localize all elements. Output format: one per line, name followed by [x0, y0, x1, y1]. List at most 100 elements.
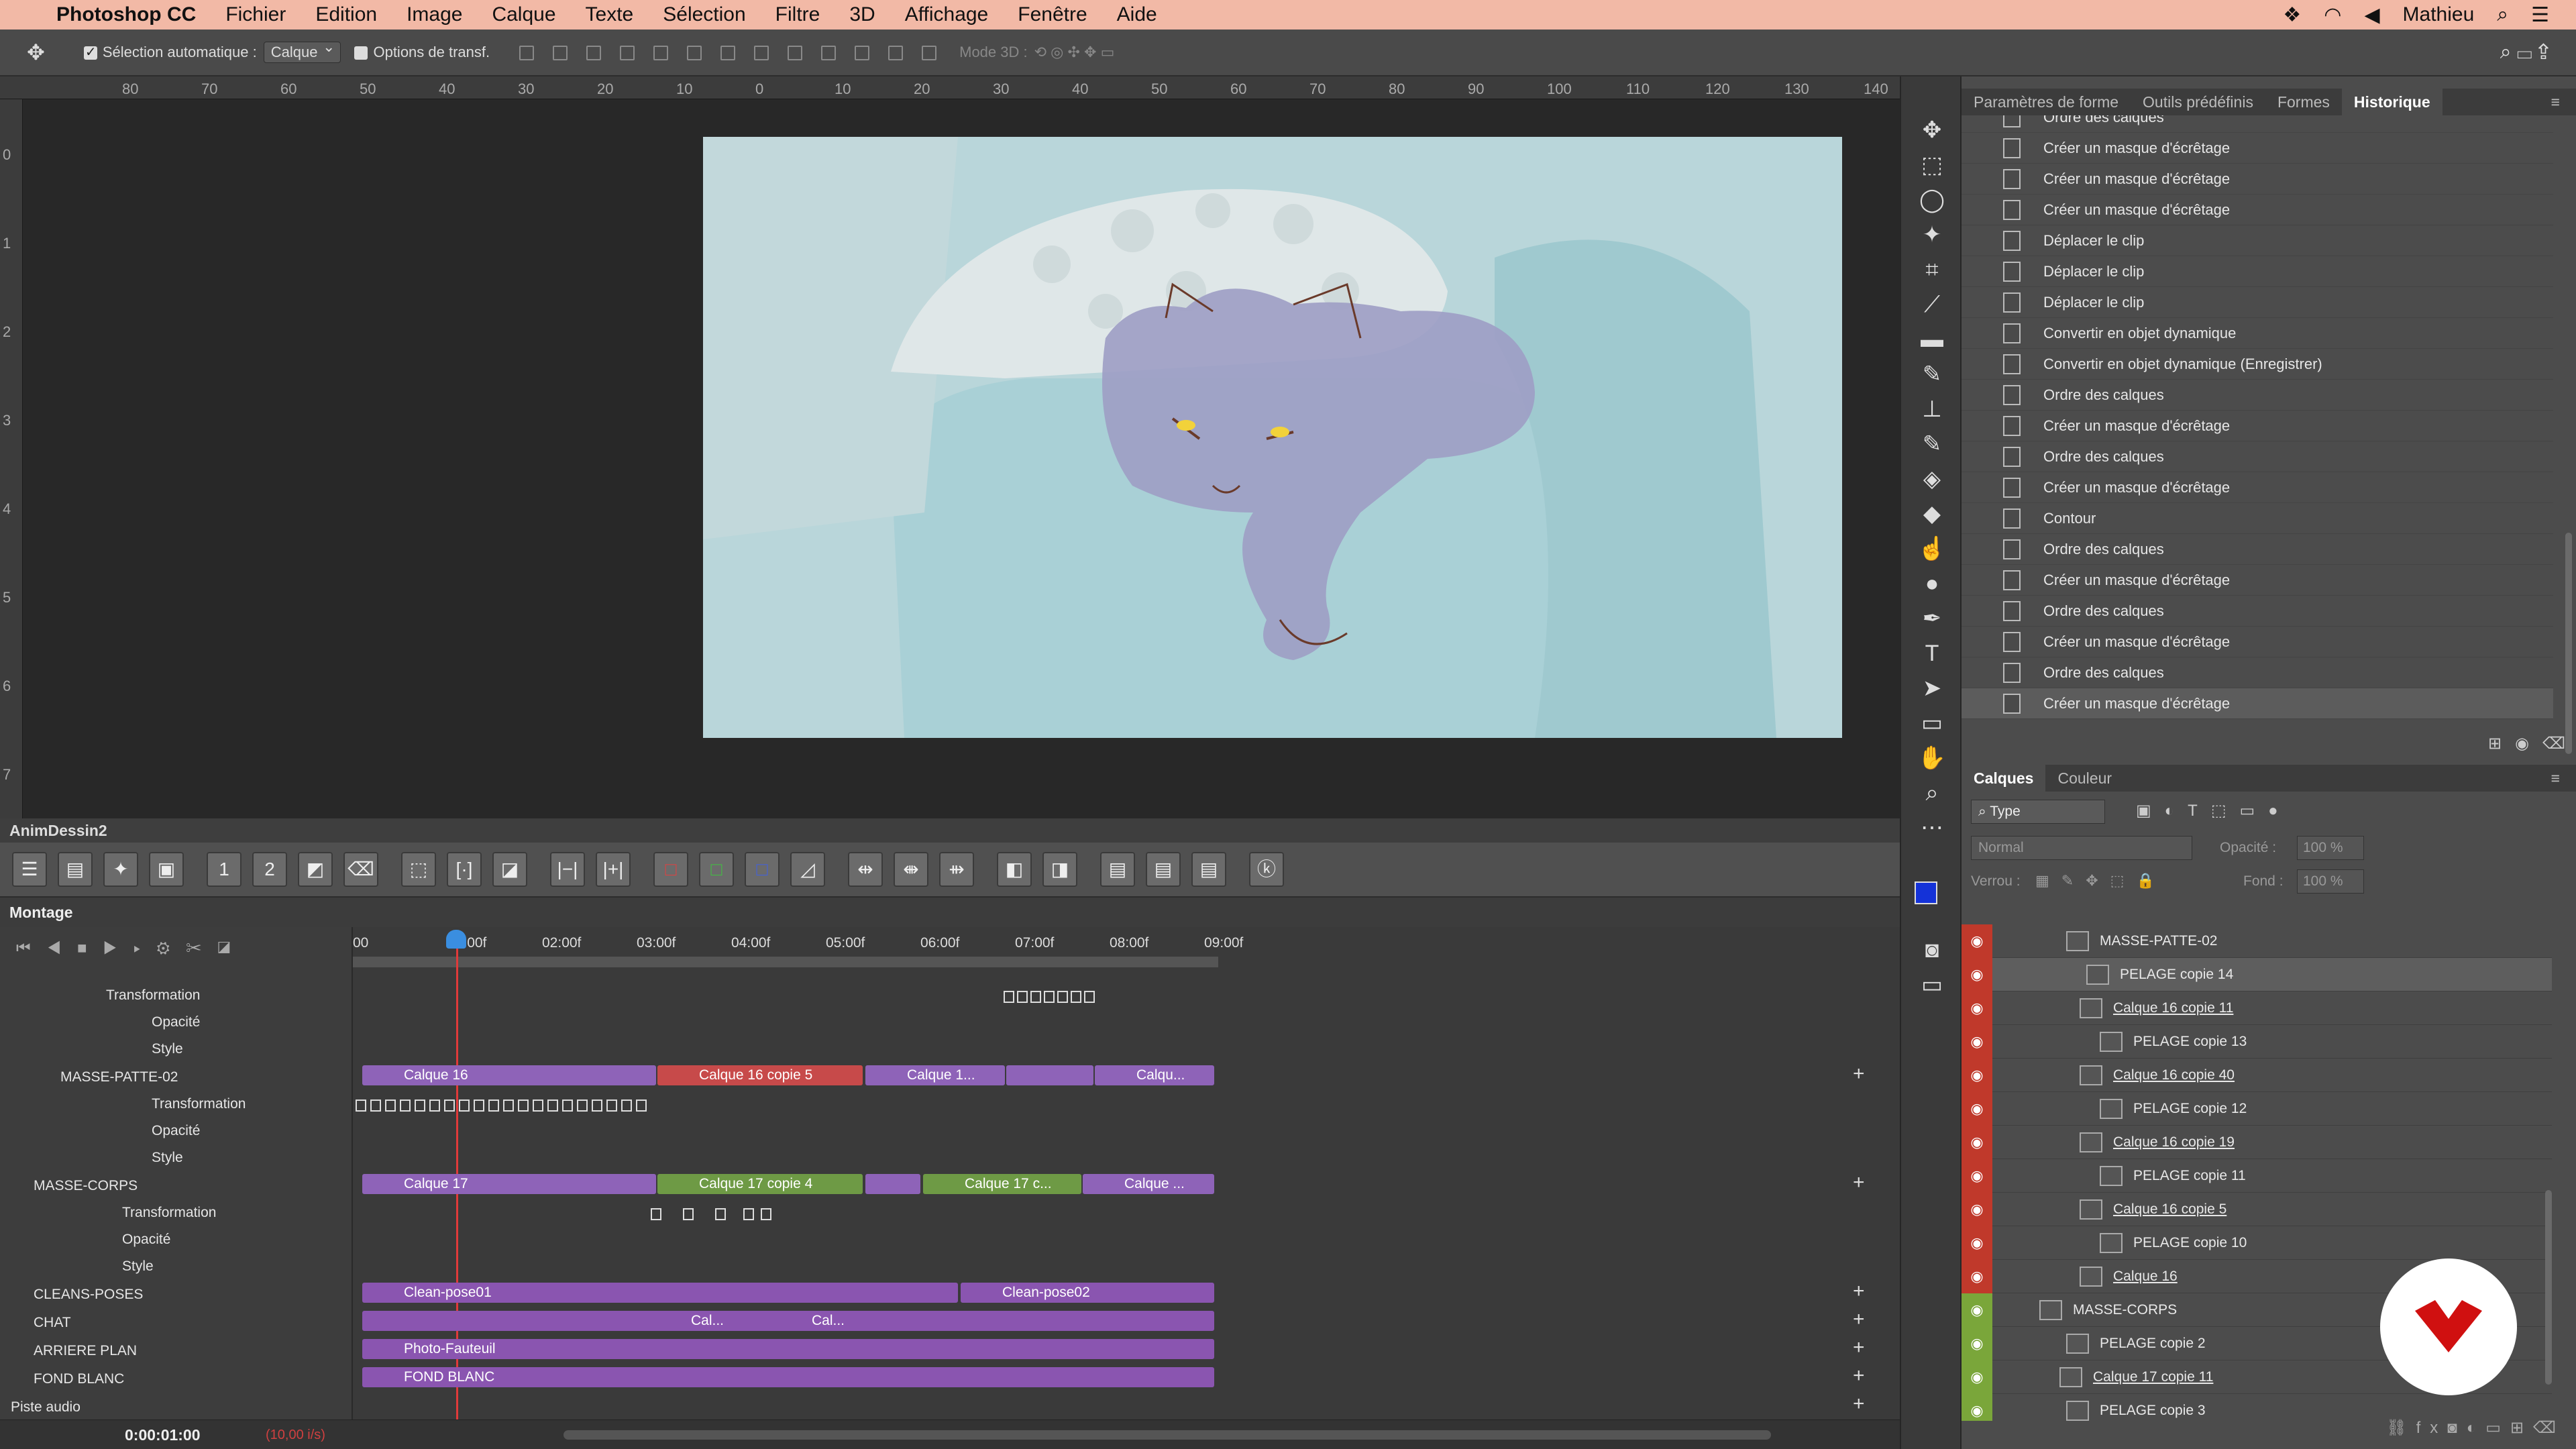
align-bottom-icon[interactable] — [586, 46, 602, 61]
clip-chat-1[interactable]: Cal... — [691, 1311, 724, 1331]
history-brush-icon[interactable]: ✎ — [1917, 429, 1947, 459]
history-item[interactable]: Déplacer le clip — [1962, 287, 2553, 318]
clip-calque-ellipsis[interactable]: Calque ... — [1083, 1174, 1214, 1194]
lock-icons[interactable]: ▦✎✥⬚🔒 — [2035, 872, 2167, 890]
add-media-icon[interactable]: + — [1853, 1171, 1865, 1194]
history-item[interactable]: Déplacer le clip — [1962, 225, 2553, 256]
document-artwork[interactable] — [703, 137, 1842, 738]
track-cleans-poses[interactable]: CLEANS-POSES — [34, 1287, 143, 1303]
clip-calque-17[interactable]: Calque 17 — [362, 1174, 656, 1194]
visibility-eye-icon[interactable]: ◉ — [1962, 1326, 1992, 1360]
clip-chat-row[interactable]: Cal... Cal... — [362, 1311, 1214, 1331]
history-item[interactable]: Convertir en objet dynamique (Enregistre… — [1962, 349, 2553, 380]
align-right-icon[interactable] — [687, 46, 702, 61]
current-time[interactable]: 0:00:01:00 — [125, 1426, 201, 1444]
clip-corps-small[interactable] — [865, 1174, 920, 1194]
quick-mask-icon[interactable]: ◙ — [1917, 935, 1947, 965]
clip-photo-fauteuil[interactable]: Photo-Fauteuil — [362, 1339, 1214, 1359]
visibility-eye-icon[interactable]: ◉ — [1962, 1091, 1992, 1126]
wifi-icon[interactable]: ◠ — [2324, 3, 2341, 27]
auto-select-dropdown[interactable]: Calque — [263, 38, 341, 63]
track-style-1[interactable]: Style — [152, 1041, 183, 1057]
history-item[interactable]: Ordre des calques — [1962, 534, 2553, 565]
tab-outils-predefinis[interactable]: Outils prédéfinis — [2131, 93, 2265, 111]
green-frame-icon[interactable]: □ — [699, 852, 734, 887]
visibility-eye-icon[interactable]: ◉ — [1962, 1192, 1992, 1226]
keyframe-marker[interactable] — [577, 1099, 588, 1112]
user-name[interactable]: Mathieu — [2403, 3, 2475, 26]
auto-align-icon[interactable] — [922, 46, 937, 61]
lasso-tool-icon[interactable]: ◯ — [1917, 185, 1947, 215]
type-tool-icon[interactable]: T — [1917, 639, 1947, 668]
history-item[interactable]: Créer un masque d'écrêtage — [1962, 133, 2553, 164]
visibility-eye-icon[interactable]: ◉ — [1962, 1159, 1992, 1193]
zoom-tool-icon[interactable]: ⌕ — [1917, 778, 1947, 808]
layer-row[interactable]: ◉ MASSE-PATTE-02 — [1962, 924, 2552, 958]
menu-3d[interactable]: 3D — [849, 3, 875, 26]
clip-calque-16[interactable]: Calque 16 — [362, 1065, 656, 1085]
track-transformation-3[interactable]: Transformation — [122, 1205, 216, 1221]
smudge-tool-icon[interactable]: ☝ — [1917, 534, 1947, 564]
visibility-eye-icon[interactable]: ◉ — [1962, 924, 1992, 958]
menu-calque[interactable]: Calque — [492, 3, 555, 26]
panel-menu-icon[interactable]: ≡ — [2539, 93, 2572, 111]
frame2-icon[interactable]: 2 — [252, 852, 287, 887]
history-item[interactable]: Déplacer le clip — [1962, 256, 2553, 287]
keyframe-marker[interactable] — [459, 1099, 470, 1112]
timeline-scrollbar[interactable] — [564, 1430, 1771, 1440]
tab-historique[interactable]: Historique — [2341, 89, 2443, 115]
brush-tool-icon[interactable]: ✎ — [1917, 360, 1947, 389]
keyframe-marker[interactable] — [1030, 991, 1041, 1003]
tab-calques[interactable]: Calques — [1962, 765, 2046, 792]
clip-clean-pose02[interactable]: Clean-pose02 — [961, 1283, 1214, 1303]
search-icon[interactable]: ⌕ ▭ ⇪ — [2500, 41, 2549, 64]
marquee-tool-icon[interactable]: ⬚ — [1917, 150, 1947, 180]
menu-affichage[interactable]: Affichage — [905, 3, 989, 26]
keyframe-marker[interactable] — [715, 1208, 726, 1220]
frame1-icon[interactable]: 1 — [207, 852, 241, 887]
keyframe-marker[interactable] — [547, 1099, 558, 1112]
spotlight-icon[interactable]: ⌕ — [2497, 3, 2508, 26]
history-item[interactable]: Créer un masque d'écrêtage — [1962, 472, 2553, 503]
more-tools-icon[interactable]: ⋯ — [1917, 813, 1947, 843]
distribute-left-icon[interactable] — [821, 46, 837, 61]
menu-edition[interactable]: Edition — [315, 3, 377, 26]
text-icon[interactable]: ▤ — [1191, 852, 1226, 887]
move-tool-icon[interactable]: ✥ — [1917, 115, 1947, 145]
path-select-icon[interactable]: ➤ — [1917, 674, 1947, 703]
crop-tool-icon[interactable]: ⌗ — [1917, 255, 1947, 284]
cut-right-icon[interactable]: ◨ — [1042, 852, 1077, 887]
dodge-tool-icon[interactable]: ● — [1917, 569, 1947, 598]
playhead-handle[interactable] — [446, 930, 466, 949]
visibility-eye-icon[interactable]: ◉ — [1962, 1125, 1992, 1159]
clip-chat-2[interactable]: Cal... — [812, 1311, 845, 1331]
align-center-icon[interactable] — [653, 46, 669, 61]
layer-row[interactable]: ◉ PELAGE copie 12 — [1962, 1091, 2552, 1126]
tab-formes[interactable]: Formes — [2265, 93, 2342, 111]
layer-row[interactable]: ◉ Calque 16 copie 11 — [1962, 991, 2552, 1025]
keyframe-marker[interactable] — [1017, 991, 1028, 1003]
align-top-icon[interactable] — [519, 46, 535, 61]
track-opacite-3[interactable]: Opacité — [122, 1232, 170, 1248]
keyframe-marker[interactable] — [562, 1099, 573, 1112]
keyframe-marker[interactable] — [356, 1099, 366, 1112]
history-scrollbar[interactable] — [2565, 533, 2572, 754]
clip-calque-16-copie-5[interactable]: Calque 16 copie 5 — [657, 1065, 863, 1085]
visibility-eye-icon[interactable]: ◉ — [1962, 1259, 1992, 1293]
distribute-center-icon[interactable] — [855, 46, 870, 61]
history-item[interactable]: Créer un masque d'écrêtage — [1962, 195, 2553, 225]
history-item[interactable]: Ordre des calques — [1962, 441, 2553, 472]
layer-row[interactable]: ◉ PELAGE copie 3 — [1962, 1393, 2552, 1421]
layer-row[interactable]: ◉ PELAGE copie 13 — [1962, 1024, 2552, 1059]
red-frame-icon[interactable]: □ — [653, 852, 688, 887]
track-chat[interactable]: CHAT — [34, 1315, 71, 1331]
distribute-top-icon[interactable] — [720, 46, 736, 61]
keyframe-marker[interactable] — [743, 1208, 754, 1220]
track-arriere-plan[interactable]: ARRIERE PLAN — [34, 1343, 137, 1359]
mode3d-icons[interactable]: ⟲ ◎ ✣ ✥ ▭ — [1034, 44, 1115, 61]
keyframe-marker[interactable] — [370, 1099, 381, 1112]
menu-selection[interactable]: Sélection — [663, 3, 745, 26]
volume-icon[interactable]: ◀ — [2364, 3, 2379, 27]
clip-calque-1[interactable]: Calque 1... — [865, 1065, 1005, 1085]
track-audio[interactable]: Piste audio — [11, 1399, 80, 1415]
